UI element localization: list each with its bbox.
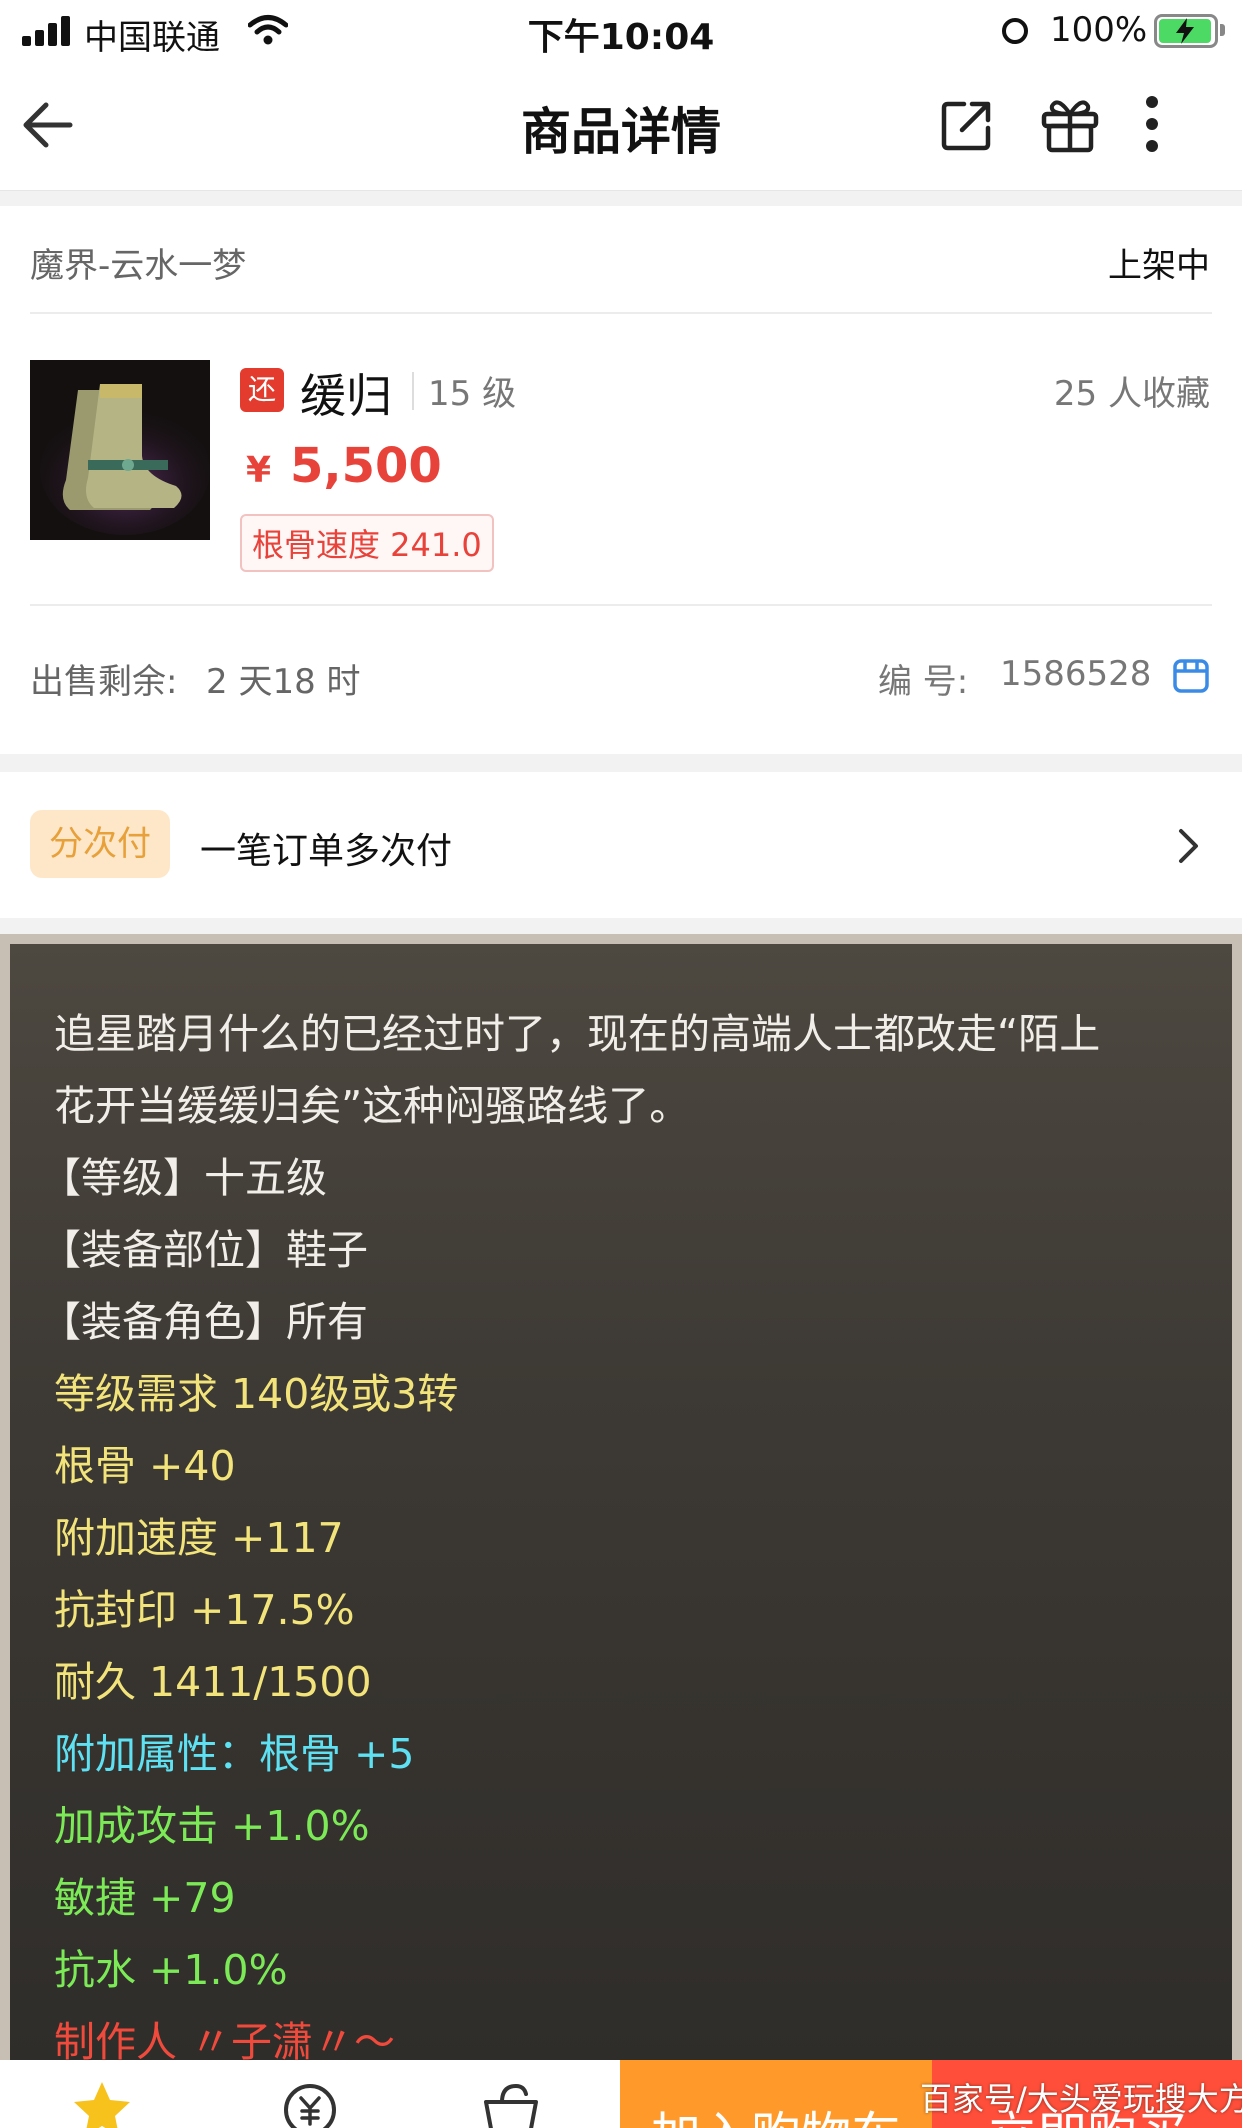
- cart-icon[interactable]: [480, 2080, 542, 2128]
- add-to-cart-label: 加入购物车: [620, 2106, 932, 2128]
- description-line: 根骨 +40: [54, 1442, 236, 1490]
- description-line: 制作人 〃子潇〃～: [54, 2018, 396, 2060]
- description-line: 耐久 1411/1500: [54, 1658, 372, 1706]
- price-currency: ¥: [246, 450, 272, 491]
- divider: [412, 372, 414, 410]
- product-level: 15 级: [428, 374, 517, 414]
- description-line: 抗水 +1.0%: [54, 1946, 288, 1994]
- description-line: 附加速度 +117: [54, 1514, 344, 1562]
- add-to-cart-button[interactable]: 加入购物车: [620, 2060, 932, 2128]
- description-line: 【等级】十五级: [40, 1154, 327, 1202]
- more-vertical-icon[interactable]: [1140, 94, 1164, 154]
- divider: [30, 312, 1212, 314]
- description-line: 附加属性：根骨 +5: [54, 1730, 415, 1778]
- chevron-right-icon[interactable]: [1176, 826, 1202, 866]
- remaining-time-label: 出售剩余:: [30, 662, 178, 702]
- remaining-time-value: 2 天18 时: [206, 662, 361, 702]
- product-thumbnail[interactable]: [30, 360, 210, 540]
- installment-description: 一笔订单多次付: [200, 831, 453, 872]
- listing-status: 上架中: [1108, 246, 1210, 286]
- divider: [30, 604, 1212, 606]
- favorites-count: 25 人收藏: [1053, 374, 1210, 414]
- server-name: 魔界-云水一梦: [30, 246, 247, 286]
- share-icon[interactable]: [940, 98, 994, 152]
- item-id-label: 编 号:: [878, 662, 969, 702]
- description-line: 【装备部位】鞋子: [40, 1226, 368, 1274]
- product-name: 缓归: [300, 369, 392, 423]
- boots-image: [30, 360, 210, 540]
- rotation-lock-icon: [1002, 18, 1028, 44]
- description-line: 花开当缓缓归矣”这种闷骚路线了。: [54, 1082, 691, 1130]
- attribute-tag: 根骨速度 241.0: [240, 514, 494, 572]
- battery-percentage: 100%: [1050, 10, 1148, 50]
- product-price: 5,500: [290, 438, 442, 494]
- gift-icon[interactable]: [1040, 94, 1100, 154]
- watermark: 百家号/大头爱玩搜大方: [920, 2080, 1242, 2118]
- description-line: 【装备角色】所有: [40, 1298, 368, 1346]
- charging-bolt-icon: [1176, 18, 1194, 44]
- description-line: 加成攻击 +1.0%: [54, 1802, 370, 1850]
- battery-tip: [1220, 24, 1225, 36]
- return-badge: 还: [240, 368, 284, 412]
- copy-id-icon[interactable]: [1172, 656, 1210, 694]
- installment-tag: 分次付: [30, 810, 170, 878]
- item-id-value: 1586528: [1000, 654, 1152, 694]
- description-line: 抗封印 +17.5%: [54, 1586, 355, 1634]
- description-line: 敏捷 +79: [54, 1874, 236, 1922]
- description-line: 追星踏月什么的已经过时了，现在的高端人士都改走“陌上: [54, 1010, 1101, 1058]
- bargain-icon[interactable]: [280, 2080, 340, 2128]
- description-line: 等级需求 140级或3转: [54, 1370, 459, 1418]
- star-icon[interactable]: [72, 2080, 132, 2128]
- installment-row[interactable]: [0, 772, 1242, 918]
- item-description: 追星踏月什么的已经过时了，现在的高端人士都改走“陌上 花开当缓缓归矣”这种闷骚路…: [10, 944, 1232, 2060]
